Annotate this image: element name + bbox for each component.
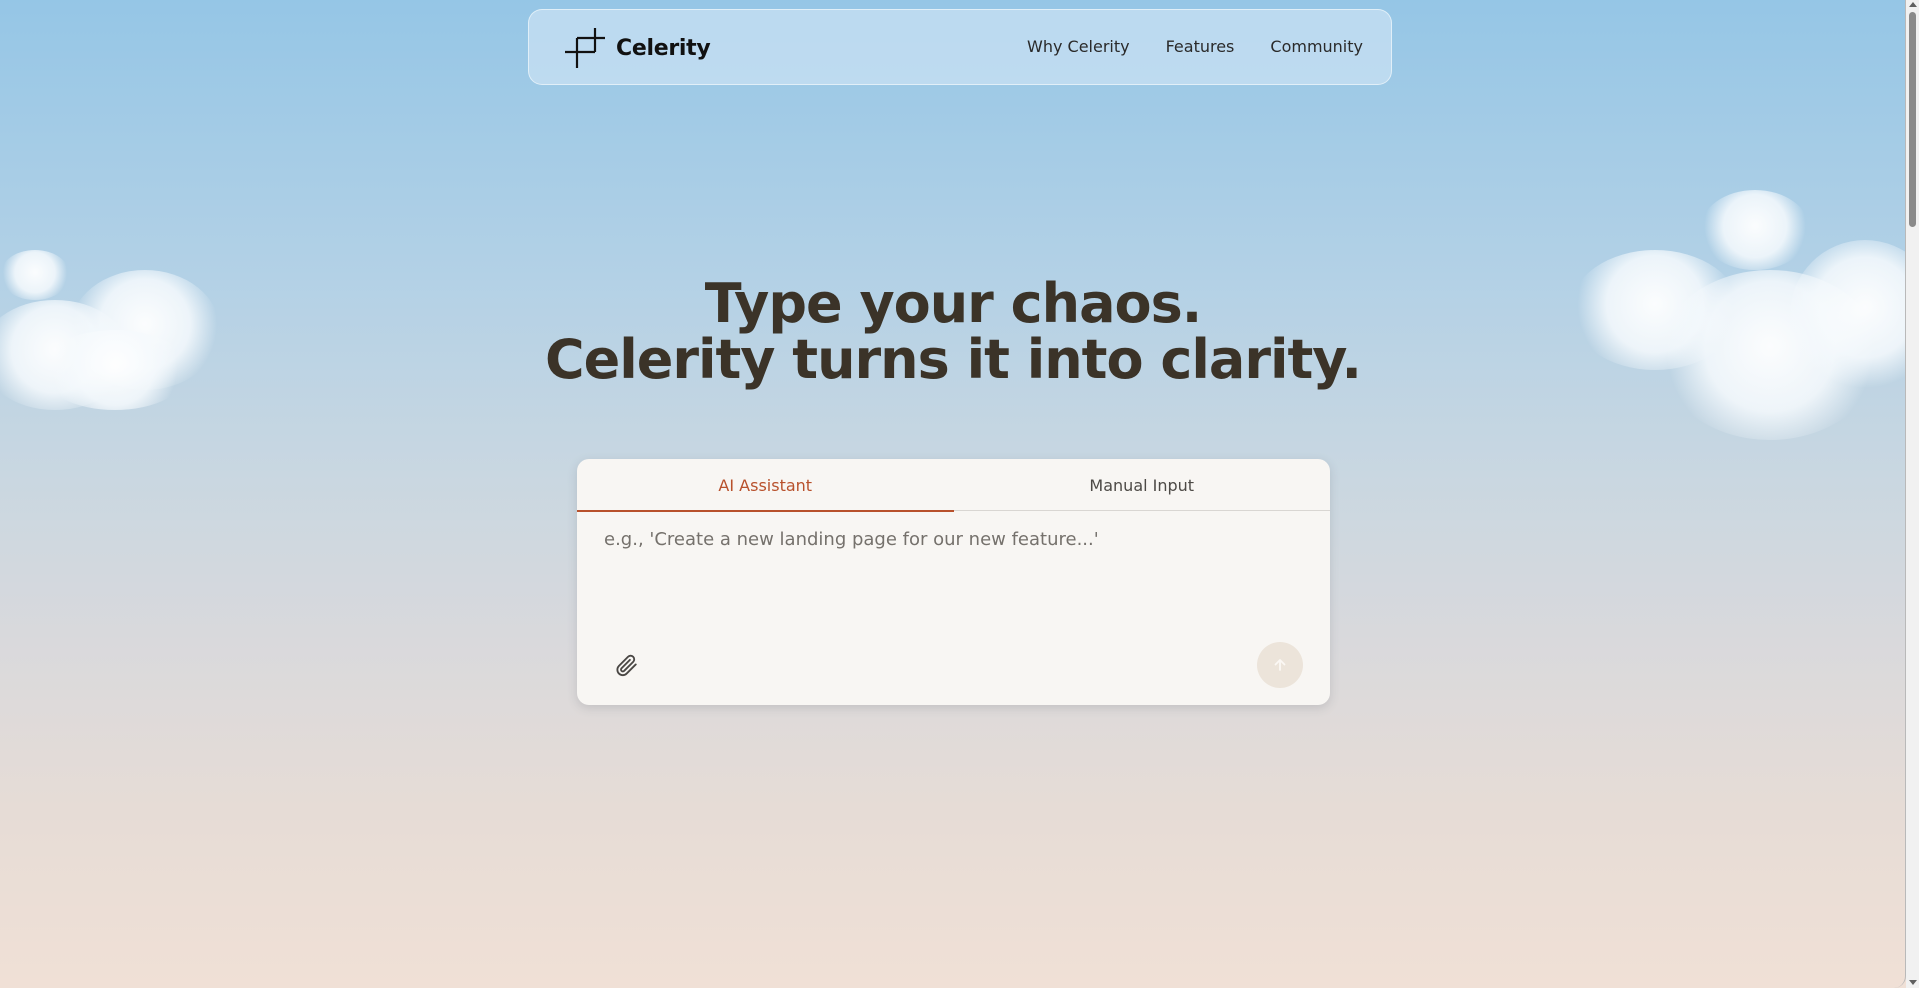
- composer-card: AI Assistant Manual Input: [577, 459, 1330, 705]
- scroll-thumb[interactable]: [1909, 12, 1916, 227]
- nav-link-features[interactable]: Features: [1166, 37, 1235, 56]
- top-navbar: Celerity Why Celerity Features Community: [528, 9, 1392, 85]
- scroll-down-icon[interactable]: [1909, 980, 1917, 985]
- hero-line-2: Celerity turns it into clarity.: [544, 328, 1362, 391]
- crop-logo-icon: [565, 28, 605, 68]
- scroll-up-icon[interactable]: [1909, 2, 1917, 7]
- attach-button[interactable]: [613, 652, 639, 678]
- brand-logo[interactable]: Celerity: [565, 28, 711, 68]
- page-scrollbar[interactable]: [1906, 0, 1919, 988]
- paperclip-icon: [616, 654, 637, 677]
- hero-line-1: Type your chaos.: [704, 272, 1203, 335]
- send-button[interactable]: [1257, 642, 1303, 688]
- nav-links: Why Celerity Features Community: [1027, 37, 1363, 56]
- prompt-input[interactable]: [604, 529, 1304, 619]
- composer-tabs: AI Assistant Manual Input: [577, 459, 1331, 512]
- nav-link-why-celerity[interactable]: Why Celerity: [1027, 37, 1130, 56]
- tab-manual-input[interactable]: Manual Input: [954, 459, 1331, 511]
- page: Celerity Why Celerity Features Community…: [0, 0, 1906, 988]
- hero-headline: Type your chaos. Celerity turns it into …: [0, 272, 1905, 391]
- brand-name: Celerity: [616, 35, 711, 61]
- arrow-up-icon: [1274, 659, 1286, 671]
- nav-link-community[interactable]: Community: [1270, 37, 1363, 56]
- tab-ai-assistant[interactable]: AI Assistant: [577, 459, 954, 512]
